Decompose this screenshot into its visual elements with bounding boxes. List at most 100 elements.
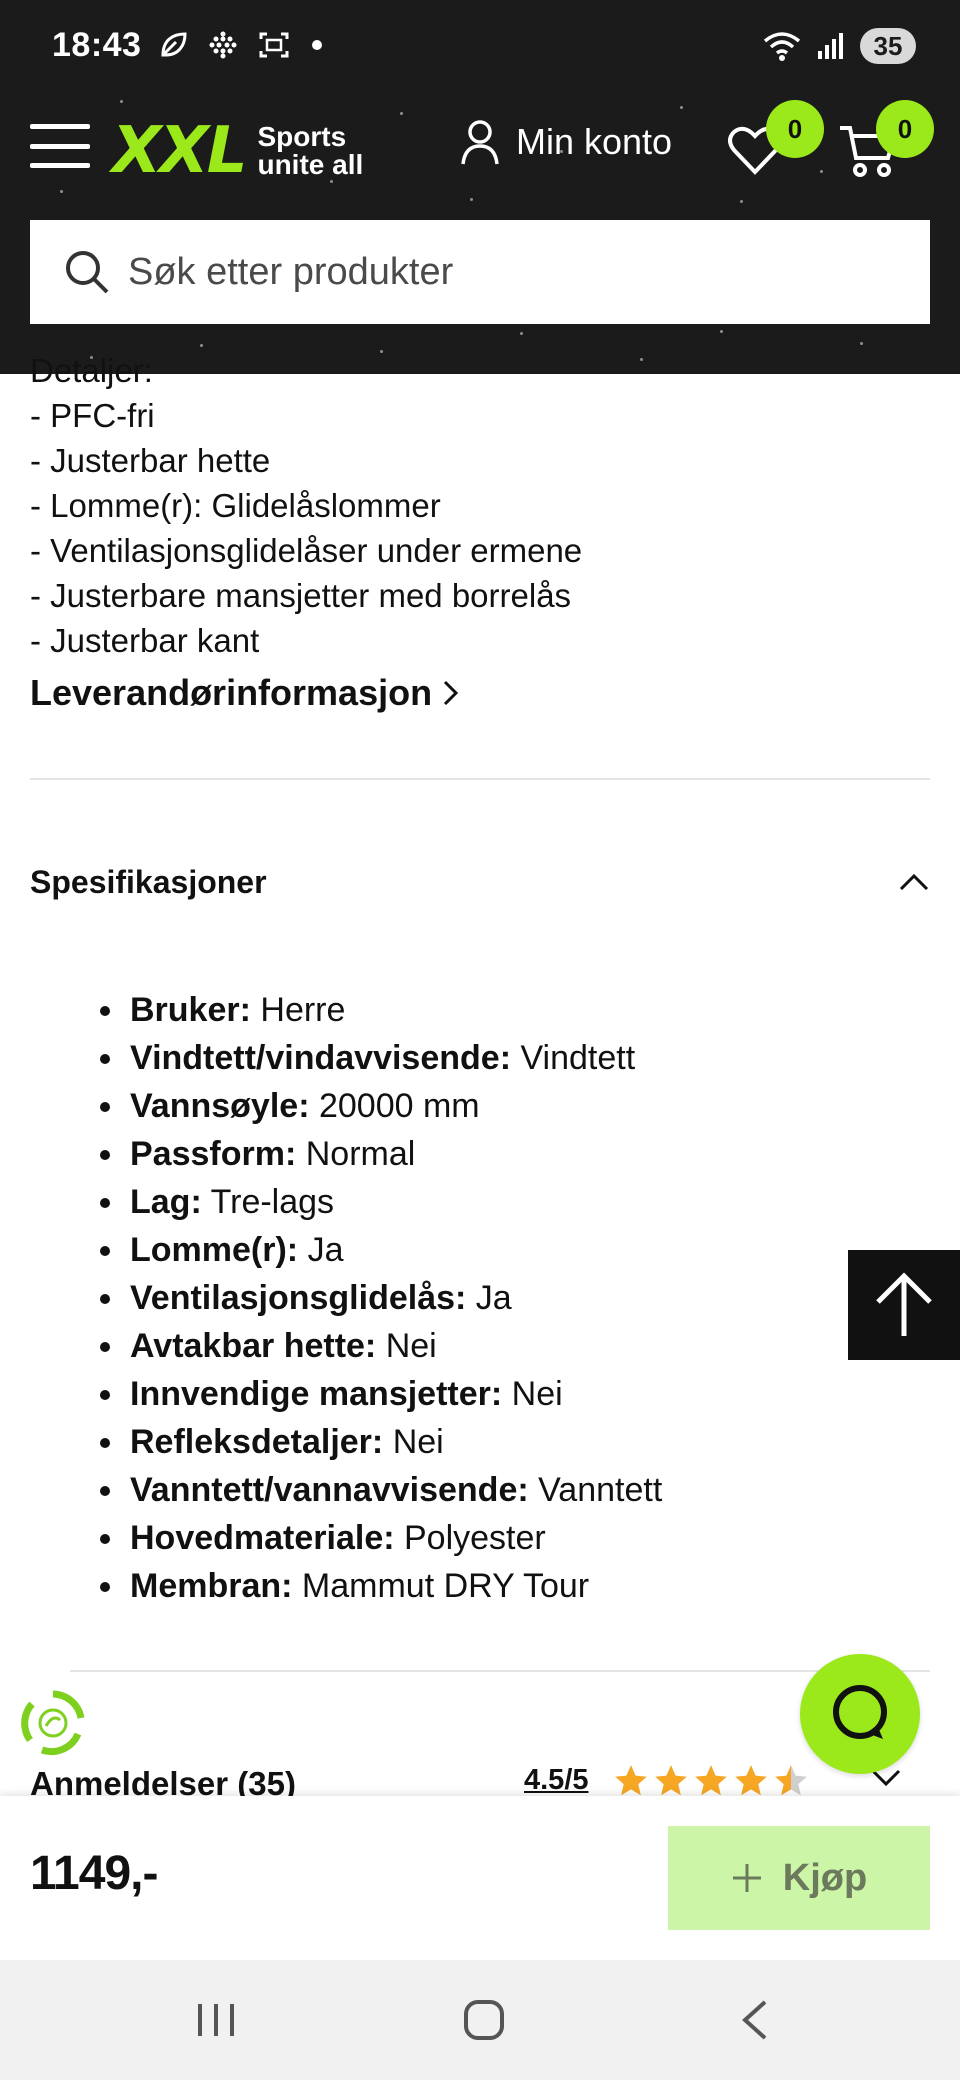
- spec-value: Herre: [260, 991, 346, 1029]
- recent-apps-icon: [198, 2004, 234, 2036]
- system-nav-bar: [0, 1960, 960, 2080]
- spec-label: Passform:: [130, 1135, 297, 1173]
- divider: [70, 1670, 930, 1672]
- supplier-info-link[interactable]: Leverandørinformasjon: [30, 672, 460, 714]
- spec-label: Vindtett/vindavvisende:: [130, 1039, 512, 1077]
- menu-bar: [30, 124, 90, 129]
- search-icon: [66, 251, 109, 294]
- recycle-leaf-icon: [21, 1690, 85, 1756]
- spec-value: 20000 mm: [318, 1087, 480, 1125]
- buy-bar: 1149,- Kjøp: [0, 1796, 960, 1960]
- chevron-up-icon: [899, 873, 929, 891]
- spec-item: Vannsøyle: 20000 mm: [100, 1082, 662, 1130]
- account-link[interactable]: Min konto: [460, 118, 672, 166]
- spec-item: Refleksdetaljer: Nei: [100, 1418, 662, 1466]
- details-line: - Justerbare mansjetter med borrelås: [30, 577, 572, 614]
- specifications-list: Bruker: Herre Vindtett/vindavvisende: Vi…: [100, 986, 662, 1610]
- spec-label: Lomme(r):: [130, 1231, 299, 1269]
- chat-button[interactable]: [800, 1654, 920, 1774]
- spec-value: Nei: [392, 1423, 444, 1461]
- rating-stars: [612, 1762, 810, 1800]
- details-line: - Justerbar kant: [30, 622, 260, 659]
- details-text: Detaljer: - PFC-fri - Justerbar hette - …: [30, 348, 582, 663]
- spec-item: Lomme(r): Ja: [100, 1226, 662, 1274]
- menu-bar: [30, 163, 90, 168]
- logo-wordmark: XXL: [112, 114, 247, 188]
- half-star-icon: [775, 1765, 807, 1796]
- spec-label: Refleksdetaljer:: [130, 1423, 384, 1461]
- wifi-icon: [763, 32, 801, 61]
- spec-item: Ventilasjonsglidelås: Ja: [100, 1274, 662, 1322]
- spec-item: Membran: Mammut DRY Tour: [100, 1562, 662, 1610]
- spec-item: Lag: Tre-lags: [100, 1178, 662, 1226]
- spec-value: Nei: [511, 1375, 563, 1413]
- spec-value: Normal: [305, 1135, 416, 1173]
- menu-bar: [30, 143, 90, 149]
- spec-value: Nei: [385, 1327, 437, 1365]
- cart-button[interactable]: 0: [838, 100, 934, 178]
- spec-label: Vanntett/vannavvisende:: [130, 1471, 529, 1509]
- status-right: 35: [762, 28, 916, 64]
- screenshot-icon: [259, 32, 289, 58]
- plus-icon: [732, 1864, 761, 1892]
- spec-value: Ja: [475, 1279, 512, 1317]
- spec-value: Polyester: [404, 1519, 546, 1557]
- spec-item: Vanntett/vannavvisende: Vanntett: [100, 1466, 662, 1514]
- logo[interactable]: XXL Sports unite all: [112, 114, 363, 188]
- spec-value: Ja: [307, 1231, 344, 1269]
- details-line: - PFC-fri: [30, 397, 155, 434]
- leaf-icon: [161, 32, 187, 57]
- dot-icon: [312, 40, 322, 50]
- star-icon: [655, 1765, 687, 1796]
- logo-tagline-line1: Sports: [257, 121, 347, 152]
- spec-value: Vindtett: [520, 1039, 636, 1077]
- spec-item: Avtakbar hette: Nei: [100, 1322, 662, 1370]
- home-button[interactable]: [414, 1960, 554, 2080]
- spec-item: Innvendige mansjetter: Nei: [100, 1370, 662, 1418]
- buy-button[interactable]: Kjøp: [668, 1826, 930, 1930]
- spec-label: Avtakbar hette:: [130, 1327, 377, 1365]
- spec-item: Bruker: Herre: [100, 986, 662, 1034]
- spec-label: Lag:: [130, 1183, 202, 1221]
- scroll-to-top-button[interactable]: [848, 1250, 960, 1360]
- signal-icon: [818, 33, 843, 59]
- spec-item: Hovedmateriale: Polyester: [100, 1514, 662, 1562]
- back-icon: [742, 2000, 767, 2040]
- star-icon: [615, 1765, 647, 1796]
- star-icon: [695, 1765, 727, 1796]
- user-icon: [461, 120, 499, 165]
- star-icon: [735, 1765, 767, 1796]
- details-heading: Detaljer:: [30, 352, 153, 389]
- spec-value: Tre-lags: [210, 1183, 335, 1221]
- details-line: - Ventilasjonsglidelåser under ermene: [30, 532, 583, 569]
- search-input[interactable]: [128, 250, 888, 294]
- supplier-info-label: Leverandørinformasjon: [30, 672, 433, 713]
- specifications-toggle[interactable]: Spesifikasjoner: [30, 852, 930, 912]
- spec-label: Hovedmateriale:: [130, 1519, 395, 1557]
- spec-label: Bruker:: [130, 991, 251, 1029]
- account-label: Min konto: [516, 121, 673, 162]
- menu-button[interactable]: [30, 124, 90, 168]
- details-line: - Lomme(r): Glidelåslommer: [30, 487, 441, 524]
- rating-link[interactable]: 4.5/5: [524, 1764, 589, 1797]
- status-bar: 18:43 35: [0, 0, 960, 80]
- search-bar[interactable]: [30, 220, 930, 324]
- cart-count-badge: 0: [876, 100, 934, 158]
- status-icons-left: [158, 30, 324, 60]
- home-icon: [464, 2000, 504, 2040]
- spec-value: Mammut DRY Tour: [301, 1567, 590, 1605]
- wishlist-button[interactable]: 0: [726, 100, 824, 178]
- battery-indicator: 35: [860, 28, 916, 64]
- back-button[interactable]: [684, 1960, 824, 2080]
- specifications-title: Spesifikasjoner: [30, 863, 267, 900]
- spec-label: Innvendige mansjetter:: [130, 1375, 503, 1413]
- logo-tagline: Sports unite all: [257, 123, 363, 179]
- spec-value: Vanntett: [538, 1471, 663, 1509]
- details-line: - Justerbar hette: [30, 442, 271, 479]
- eco-badge[interactable]: [18, 1688, 88, 1758]
- chevron-right-icon: [444, 680, 459, 706]
- price: 1149,-: [30, 1847, 158, 1900]
- spec-item: Vindtett/vindavvisende: Vindtett: [100, 1034, 662, 1082]
- buy-button-label: Kjøp: [782, 1856, 868, 1899]
- recent-apps-button[interactable]: [146, 1960, 286, 2080]
